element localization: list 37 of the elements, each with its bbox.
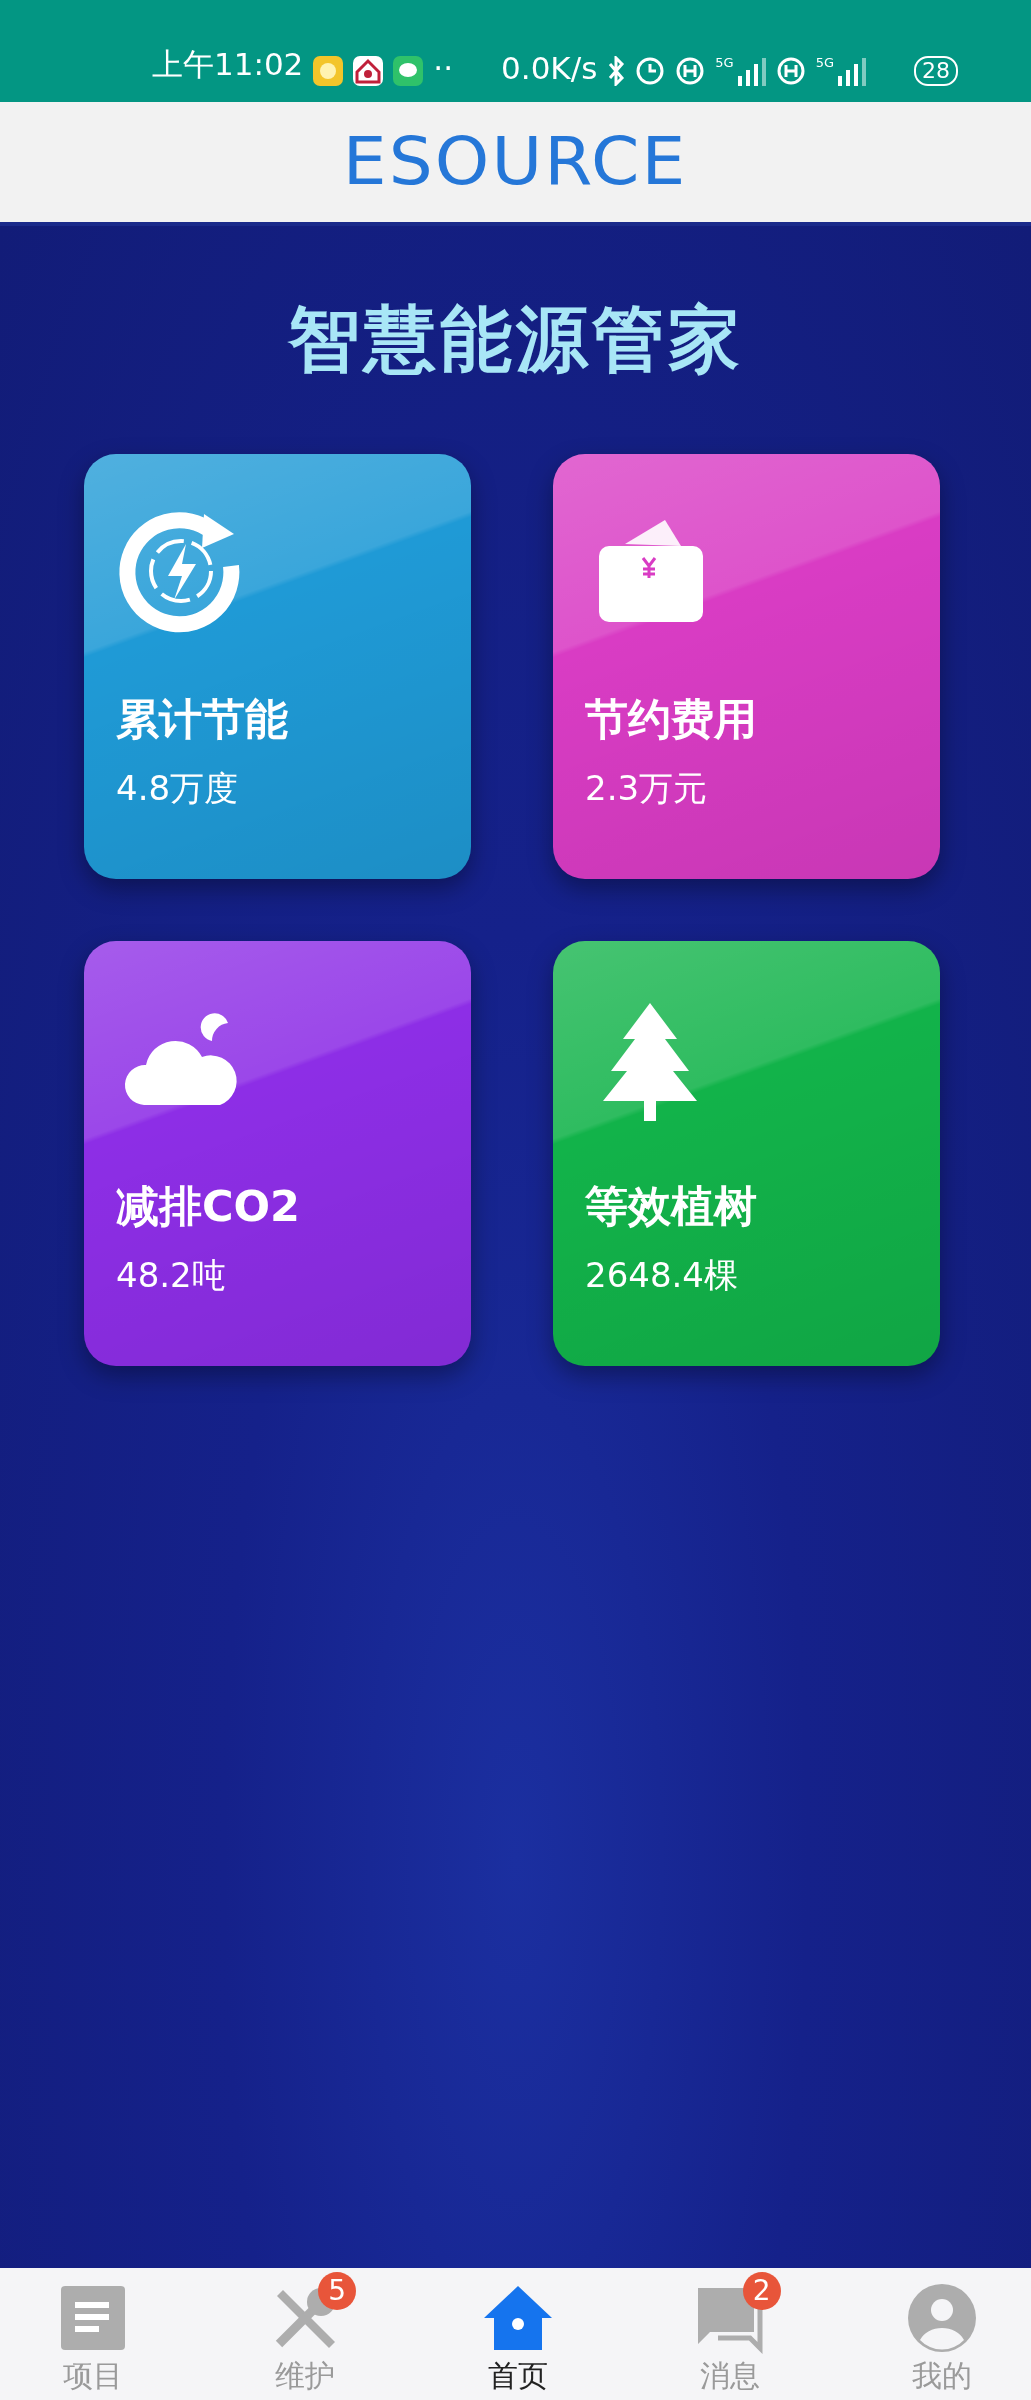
- status-time: 上午11:02: [152, 45, 304, 84]
- alarm-icon: [635, 56, 666, 86]
- tab[interactable]: 消息 2: [654, 2268, 805, 2400]
- status-dots: ··: [433, 50, 454, 86]
- user-icon: [906, 2282, 978, 2354]
- battery-level: 28: [914, 56, 958, 86]
- stat-card[interactable]: 累计节能 4.8万度: [84, 454, 471, 880]
- card-value: 48.2吨: [116, 1255, 227, 1296]
- count-badge: 2: [742, 2272, 781, 2310]
- network-type: 5G: [815, 56, 834, 69]
- card-title: 节约费用: [585, 694, 758, 746]
- app-icon: [313, 56, 344, 86]
- card-value: 2.3万元: [585, 768, 709, 809]
- chat-app-icon: [393, 56, 424, 86]
- tab[interactable]: 项目: [18, 2268, 168, 2400]
- tab[interactable]: 我的: [867, 2268, 1017, 2400]
- stat-card[interactable]: 减排CO2 48.2吨: [84, 941, 471, 1367]
- card-title: 等效植树: [585, 1181, 758, 1233]
- signal-icon: [735, 56, 766, 86]
- network-type: 5G: [715, 56, 734, 69]
- count-badge: 5: [318, 2272, 357, 2310]
- hd-icon: [775, 56, 806, 86]
- signal-icon: [836, 56, 866, 86]
- card-title: 减排CO2: [116, 1181, 302, 1233]
- hd-icon: [675, 56, 706, 86]
- tab[interactable]: 首页: [442, 2268, 593, 2400]
- bluetooth-icon: [607, 56, 626, 86]
- card-value: 4.8万度: [116, 768, 240, 809]
- page-title: 智慧能源管家: [286, 296, 745, 383]
- network-speed: 0.0K/s: [501, 50, 598, 86]
- stat-card[interactable]: 等效植树 2648.4棵: [553, 941, 940, 1367]
- stat-card[interactable]: 节约费用 2.3万元: [553, 454, 940, 880]
- house-app-icon: [353, 56, 384, 86]
- tab[interactable]: 维护 5: [230, 2268, 381, 2400]
- card-title: 累计节能: [116, 694, 289, 746]
- card-value: 2648.4棵: [585, 1255, 739, 1296]
- logo: ESOURCE: [343, 129, 688, 195]
